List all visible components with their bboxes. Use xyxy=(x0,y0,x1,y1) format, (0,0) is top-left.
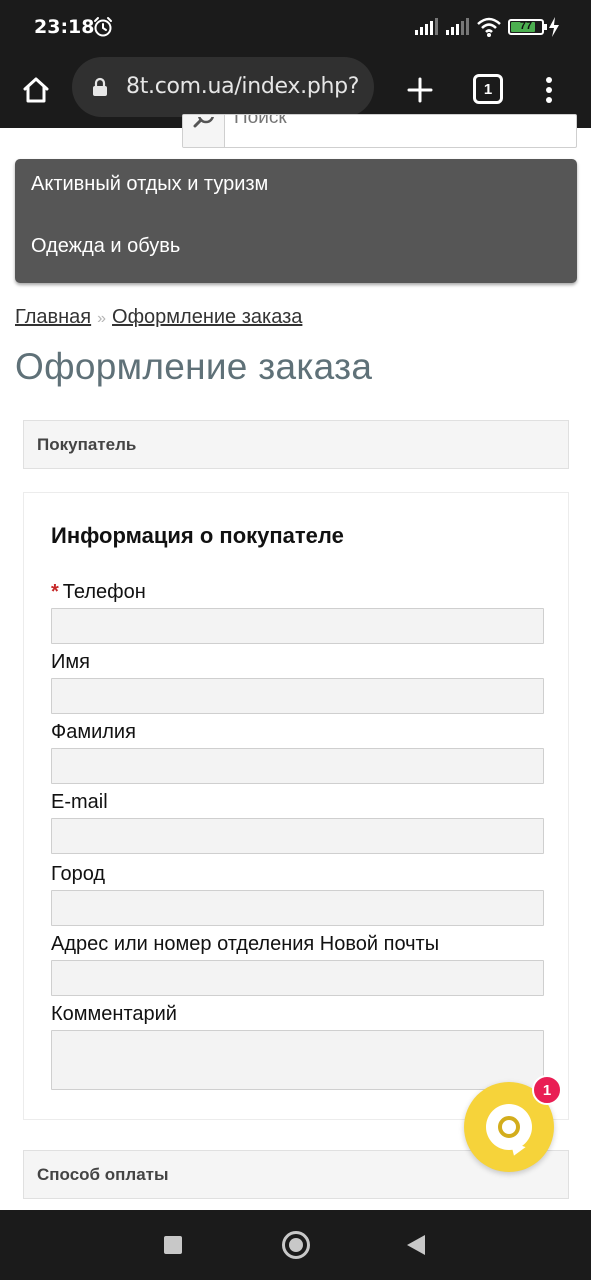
address-field[interactable] xyxy=(51,960,544,996)
email-field[interactable] xyxy=(51,818,544,854)
battery-percent: 77 xyxy=(519,20,533,32)
signal-icon xyxy=(446,18,469,35)
battery-nub xyxy=(544,24,547,30)
breadcrumb: Главная » Оформление заказа xyxy=(15,306,302,329)
breadcrumb-current-link[interactable]: Оформление заказа xyxy=(112,306,302,328)
chat-notification-badge: 1 xyxy=(532,1075,562,1105)
last-name-label: Фамилия xyxy=(51,721,136,743)
form-heading: Информация о покупателе xyxy=(51,523,344,548)
email-label: E-mail xyxy=(51,791,108,813)
address-bar[interactable]: 8t.com.ua/index.php? xyxy=(72,57,374,117)
phone-label: * Телефон xyxy=(51,581,146,604)
status-bar: 23:18 77 xyxy=(0,0,591,56)
buyer-form: Информация о покупателе * Телефон Имя Фам… xyxy=(23,492,569,1120)
home-icon xyxy=(23,77,49,103)
charging-icon xyxy=(549,17,559,37)
chat-bubble-icon xyxy=(486,1104,532,1159)
plus-icon xyxy=(407,77,433,103)
breadcrumb-separator: » xyxy=(97,310,107,327)
lock-icon xyxy=(93,77,107,96)
new-tab-button[interactable] xyxy=(400,70,440,110)
tab-count: 1 xyxy=(483,80,493,98)
first-name-label: Имя xyxy=(51,651,90,673)
chat-bubble-tail xyxy=(506,1141,526,1159)
required-mark: * xyxy=(51,581,59,603)
search-input[interactable] xyxy=(226,115,576,135)
city-label: Город xyxy=(51,863,106,885)
home-button[interactable] xyxy=(16,70,56,110)
city-field[interactable] xyxy=(51,890,544,926)
signal-icon xyxy=(415,18,438,35)
recents-icon[interactable] xyxy=(164,1236,182,1254)
home-circle-icon[interactable] xyxy=(282,1231,310,1259)
section-buyer-label: Покупатель xyxy=(37,435,137,454)
tab-switcher-button[interactable]: 1 xyxy=(473,74,503,104)
search-box xyxy=(182,114,577,148)
phone-field[interactable] xyxy=(51,608,544,644)
back-icon[interactable] xyxy=(407,1235,425,1255)
section-buyer[interactable]: Покупатель xyxy=(23,420,569,469)
more-vert-icon[interactable] xyxy=(532,68,566,112)
breadcrumb-home-link[interactable]: Главная xyxy=(15,306,91,328)
last-name-field[interactable] xyxy=(51,748,544,784)
category-menu: Активный отдых и туризм Одежда и обувь xyxy=(15,159,577,283)
chat-ring xyxy=(498,1116,520,1138)
comment-field[interactable] xyxy=(51,1030,544,1090)
first-name-field[interactable] xyxy=(51,678,544,714)
search-icon xyxy=(193,117,214,128)
alarm-icon xyxy=(94,17,112,37)
wifi-icon xyxy=(477,17,501,37)
category-item[interactable]: Одежда и обувь xyxy=(31,235,180,258)
category-item[interactable]: Активный отдых и туризм xyxy=(31,173,268,196)
status-time: 23:18 xyxy=(34,16,95,38)
section-payment-label: Способ оплаты xyxy=(37,1165,169,1184)
url-text: 8t.com.ua/index.php? xyxy=(126,74,360,99)
phone-label-text: Телефон xyxy=(62,581,146,603)
address-label: Адрес или номер отделения Новой почты xyxy=(51,933,440,955)
android-nav-bar xyxy=(0,1210,591,1280)
battery-icon: 77 xyxy=(508,19,544,35)
search-button[interactable] xyxy=(183,115,225,147)
page-title: Оформление заказа xyxy=(15,346,373,387)
comment-label: Комментарий xyxy=(51,1003,177,1025)
